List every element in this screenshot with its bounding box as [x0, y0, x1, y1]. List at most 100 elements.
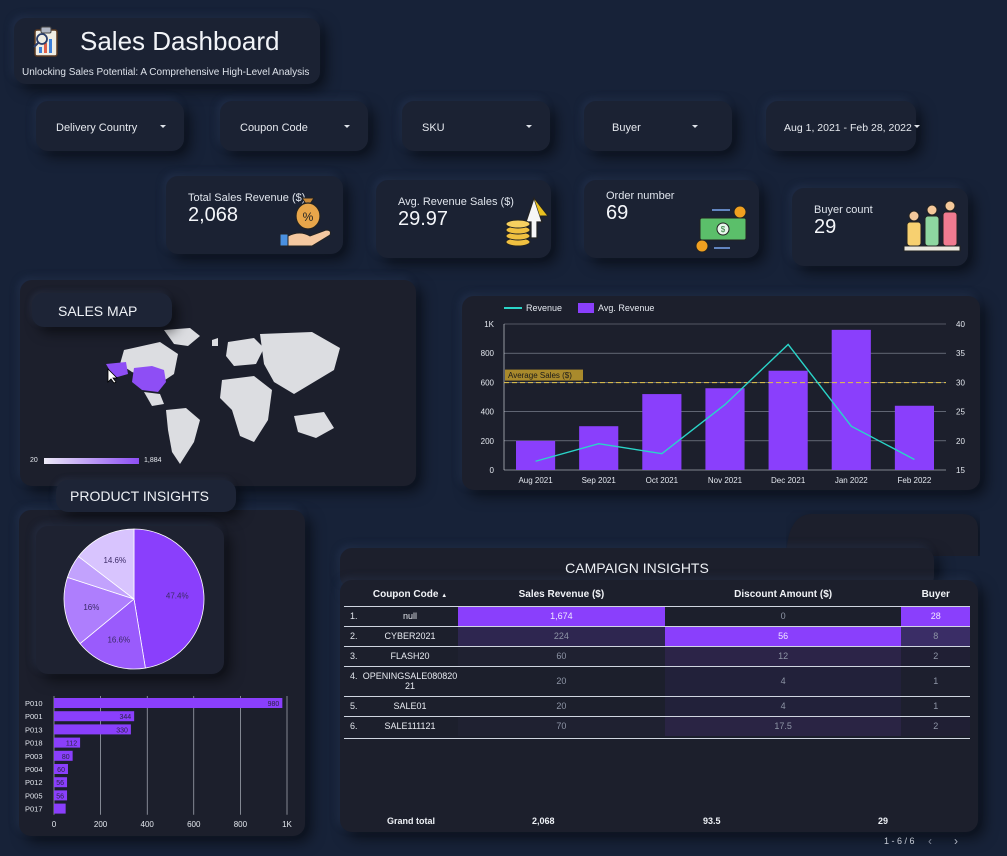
- column-header-discount-amount[interactable]: Discount Amount ($): [665, 584, 902, 606]
- cell-buyer: 8: [901, 625, 970, 646]
- cell-sales-revenue: 1,674: [458, 605, 665, 626]
- revenue-combo-chart: 0 200 400 600 800 1K 15 20 25 30 35 40 Aug 2021 Sep 2…: [481, 320, 966, 485]
- y-tick-label: P018: [25, 739, 43, 748]
- bar: [705, 388, 745, 470]
- table-row[interactable]: 3. FLASH20 60 12 2: [344, 645, 970, 666]
- usa-shape: [132, 366, 166, 392]
- row-index: 3.: [344, 645, 362, 666]
- cell-buyer: 1: [901, 665, 970, 696]
- row-index: 4.: [344, 665, 362, 696]
- world-map[interactable]: [104, 324, 344, 470]
- dropdown-caret-icon: [526, 125, 532, 128]
- cell-coupon-code: OPENINGSALE08082021: [362, 665, 458, 696]
- previous-page-icon[interactable]: ‹: [928, 834, 932, 848]
- cell-sales-revenue: 70: [458, 715, 665, 736]
- x-tick-label: 600: [187, 820, 201, 829]
- next-page-icon[interactable]: ›: [954, 834, 958, 848]
- table-row[interactable]: 4. OPENINGSALE08082021 20 4 1: [344, 665, 970, 696]
- asia-shape: [260, 332, 340, 394]
- europe-shape: [226, 338, 264, 366]
- bar: [831, 329, 871, 470]
- clipboard-report-icon: [33, 26, 58, 57]
- chart-legend: Revenue Avg. Revenue: [504, 302, 704, 316]
- sales-map-title-pill: SALES MAP: [32, 293, 172, 327]
- coins-arrow-up-icon: [505, 196, 548, 247]
- x-tick-label: 800: [234, 820, 248, 829]
- sales-map-title: SALES MAP: [58, 303, 138, 319]
- x-tick-label: Aug 2021: [518, 476, 553, 485]
- x-tick-label: 400: [141, 820, 155, 829]
- kpi-value: 29.97: [398, 208, 449, 230]
- cell-buyer: 2: [901, 715, 970, 736]
- y-tick-label: P001: [25, 712, 43, 721]
- kpi-value: 29: [814, 216, 837, 238]
- delivery-country-filter[interactable]: Delivery Country: [36, 101, 184, 151]
- bar-value-label: 56: [56, 780, 64, 787]
- dropdown-caret-icon: [344, 125, 350, 128]
- coupon-code-filter[interactable]: Coupon Code: [220, 101, 368, 151]
- table-row[interactable]: 5. SALE01 20 4 1: [344, 695, 970, 716]
- cell-discount-amount: 56: [664, 625, 902, 646]
- filter-label: SKU: [422, 122, 445, 134]
- y-tick-label: P013: [25, 725, 43, 734]
- table-row[interactable]: 1. null 1,674 0 28: [344, 605, 970, 626]
- y-tick-label: P012: [25, 778, 43, 787]
- sort-ascending-icon: ▲: [441, 593, 448, 600]
- y-tick-label: P004: [25, 765, 43, 774]
- svg-text:%: %: [303, 210, 314, 224]
- pie-slice-label: 47.4%: [166, 591, 189, 600]
- table-header-row: Coupon Code ▲ Sales Revenue ($) Discount…: [344, 584, 970, 606]
- cash-exchange-icon: $: [695, 205, 747, 253]
- mexico-shape: [144, 392, 164, 406]
- australia-shape: [294, 412, 334, 438]
- legend-revenue-label: Revenue: [526, 303, 563, 313]
- y-left-tick-label: 200: [481, 437, 495, 446]
- y-right-tick-label: 30: [956, 378, 965, 387]
- column-header-sales-revenue[interactable]: Sales Revenue ($): [458, 584, 665, 606]
- grand-total-label: Grand total: [387, 816, 436, 826]
- x-tick-label: 0: [52, 820, 57, 829]
- africa-shape: [220, 376, 272, 442]
- cell-buyer: 2: [901, 645, 970, 666]
- map-legend-gradient: [44, 458, 139, 464]
- cell-sales-revenue: 224: [458, 625, 665, 646]
- bar: [54, 803, 66, 814]
- kpi-avg-revenue-sales: Avg. Revenue Sales ($) 29.97: [376, 180, 551, 258]
- date-range-filter[interactable]: Aug 1, 2021 - Feb 28, 2022: [766, 101, 920, 151]
- table-row[interactable]: 6. SALE111121 70 17.5 2: [344, 715, 970, 736]
- sku-filter[interactable]: SKU: [402, 101, 550, 151]
- y-tick-label: P017: [25, 805, 43, 814]
- bar: [768, 370, 808, 470]
- header-card: Sales Dashboard Unlocking Sales Potentia…: [14, 18, 320, 84]
- bar: [54, 698, 283, 708]
- cell-coupon-code: SALE111121: [362, 715, 458, 736]
- campaign-table-card: Coupon Code ▲ Sales Revenue ($) Discount…: [340, 580, 978, 832]
- bar: [642, 394, 682, 470]
- south-america-shape: [166, 408, 200, 464]
- column-header-coupon-code[interactable]: Coupon Code ▲: [362, 584, 458, 606]
- product-insights-title: PRODUCT INSIGHTS: [70, 488, 209, 504]
- y-right-tick-label: 25: [956, 408, 965, 417]
- y-right-tick-label: 15: [956, 466, 965, 475]
- filter-label: Coupon Code: [240, 122, 308, 134]
- column-header-buyer[interactable]: Buyer: [901, 584, 970, 606]
- row-index: 5.: [344, 695, 362, 716]
- kpi-total-sales-revenue: Total Sales Revenue ($) 2,068 %: [166, 176, 343, 254]
- grand-total-discount: 93.5: [703, 816, 721, 826]
- table-row[interactable]: 2. CYBER2021 224 56 8: [344, 625, 970, 646]
- cell-buyer: 28: [901, 605, 970, 626]
- cell-sales-revenue: 60: [458, 645, 665, 666]
- legend-bar-swatch: [578, 303, 594, 313]
- filter-label: Buyer: [612, 122, 641, 134]
- dropdown-caret-icon: [914, 125, 920, 128]
- cell-sales-revenue: 20: [458, 665, 665, 696]
- pagination-label: 1 - 6 / 6: [884, 836, 915, 846]
- row-index: 6.: [344, 715, 362, 736]
- reference-line-label: Average Sales ($): [508, 371, 572, 380]
- y-left-tick-label: 400: [481, 408, 495, 417]
- y-right-tick-label: 40: [956, 320, 965, 329]
- y-left-tick-label: 600: [481, 378, 495, 387]
- bar-value-label: 330: [116, 727, 128, 734]
- buyer-filter[interactable]: Buyer: [584, 101, 732, 151]
- map-legend-max: 1,884: [144, 457, 162, 464]
